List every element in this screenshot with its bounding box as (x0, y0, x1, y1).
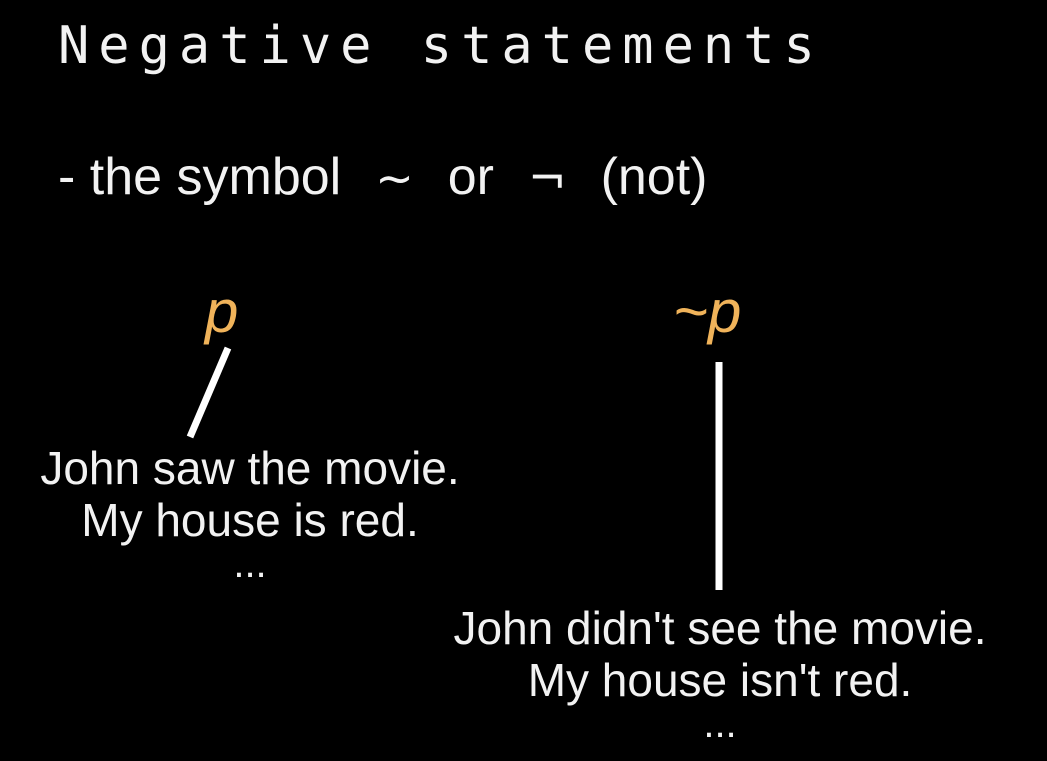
negated-example-ellipsis: ... (703, 702, 737, 746)
positive-example-1: John saw the movie. (40, 442, 460, 494)
negated-example-2: My house isn't red. (527, 654, 913, 706)
positive-example-2: My house is red. (81, 494, 419, 546)
positive-example-ellipsis: ... (233, 542, 267, 586)
positive-examples: John saw the movie. My house is red. ... (0, 442, 500, 586)
slide: Negative statements - the symbol ~ or ¬ (not… (0, 0, 1047, 761)
positive-connector-line (186, 346, 232, 439)
negated-example-1: John didn't see the movie. (453, 602, 987, 654)
negated-examples: John didn't see the movie. My house isn'… (395, 602, 1045, 746)
